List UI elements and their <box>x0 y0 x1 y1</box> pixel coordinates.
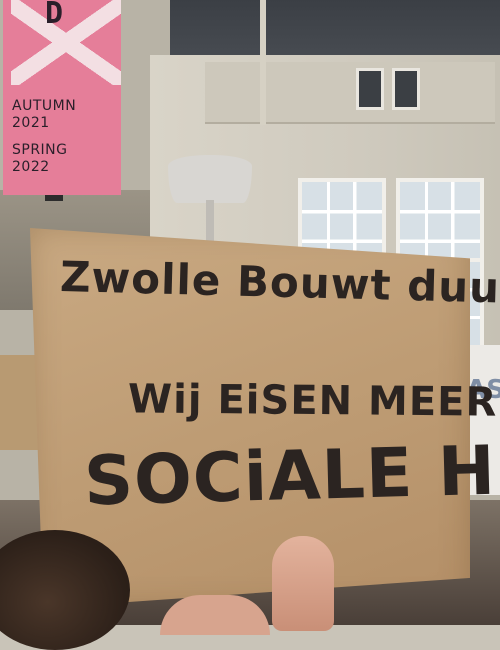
dormer-window <box>356 68 384 110</box>
banner-letter: D <box>45 0 64 31</box>
banner-x-graphic <box>11 0 121 85</box>
banner-text-autumn: AUTUMN <box>12 98 77 114</box>
sign-text-line-2: Wij EiSEN MEER <box>127 376 498 426</box>
event-banner: D AUTUMN 2021 SPRING 2022 <box>3 0 121 195</box>
banner-text-spring: SPRING <box>12 142 68 158</box>
street-lamp <box>168 155 252 203</box>
photo-scene: D AUTUMN 2021 SPRING 2022 AAS Zwolle Bou… <box>0 0 500 650</box>
raised-hand <box>272 536 334 631</box>
lamp-pole <box>206 200 214 245</box>
dormer-window <box>392 68 420 110</box>
banner-text-year-2021: 2021 <box>12 115 50 131</box>
left-cardboard <box>0 355 40 450</box>
sign-text-line-3: SOCiALE HUUR <box>83 427 500 522</box>
banner-text-year-2022: 2022 <box>12 159 50 175</box>
building-dormer <box>205 62 495 124</box>
drain-pipe <box>260 0 266 125</box>
